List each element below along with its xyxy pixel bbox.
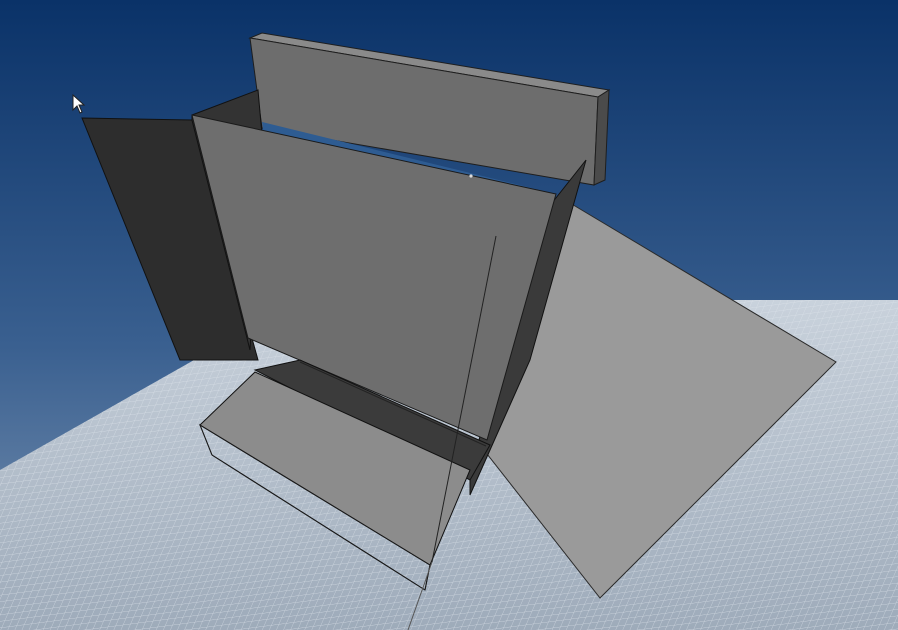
3d-viewport[interactable]	[0, 0, 898, 630]
vertex-marker	[469, 174, 473, 178]
viewport-canvas[interactable]	[0, 0, 898, 630]
